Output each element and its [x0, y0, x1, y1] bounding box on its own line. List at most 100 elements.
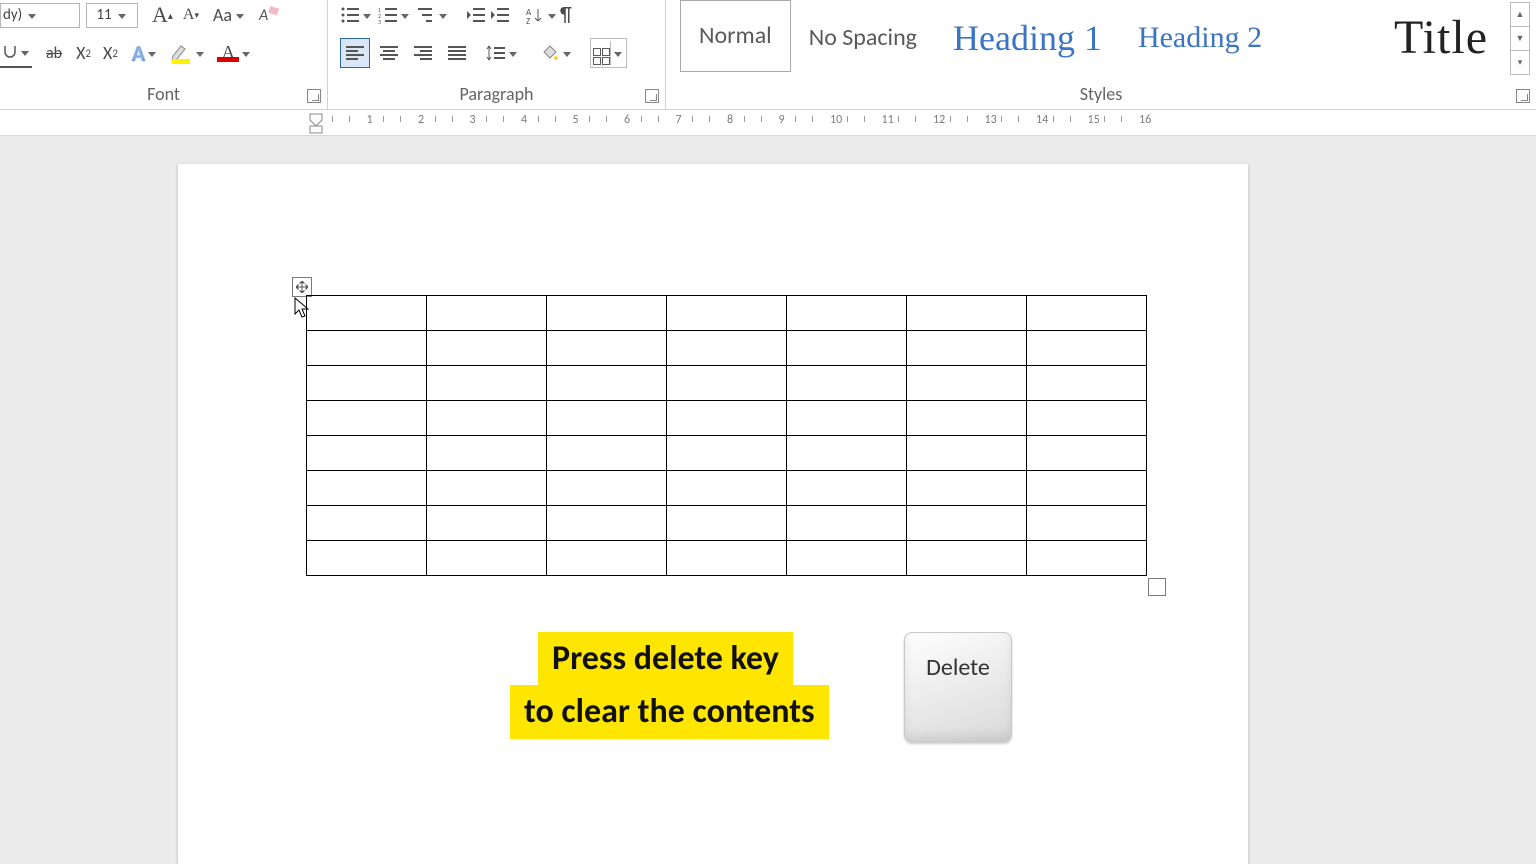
table-cell[interactable]	[667, 401, 787, 436]
table-cell[interactable]	[427, 436, 547, 471]
table-cell[interactable]	[307, 401, 427, 436]
first-line-indent-marker[interactable]	[308, 112, 324, 132]
table-cell[interactable]	[1027, 366, 1147, 401]
table-cell[interactable]	[787, 436, 907, 471]
numbering-button[interactable]: 123	[378, 0, 412, 30]
line-spacing-button[interactable]	[486, 38, 520, 68]
clear-formatting-button[interactable]: A	[258, 0, 280, 30]
underline-button[interactable]	[0, 38, 32, 68]
table-cell[interactable]	[307, 506, 427, 541]
table-cell[interactable]	[547, 471, 667, 506]
highlight-button[interactable]	[169, 38, 207, 68]
table-cell[interactable]	[427, 401, 547, 436]
table-cell[interactable]	[1027, 471, 1147, 506]
table-move-handle[interactable]	[292, 277, 312, 297]
chevron-down-icon[interactable]	[239, 38, 253, 68]
table-cell[interactable]	[427, 541, 547, 576]
gallery-more-icon[interactable]: ▾	[1510, 51, 1530, 75]
gallery-up-icon[interactable]: ▲	[1510, 2, 1530, 27]
table-cell[interactable]	[667, 331, 787, 366]
table-cell[interactable]	[1027, 401, 1147, 436]
borders-button[interactable]	[590, 38, 627, 68]
table-cell[interactable]	[307, 296, 427, 331]
align-center-button[interactable]	[374, 38, 404, 68]
table-cell[interactable]	[787, 541, 907, 576]
table-cell[interactable]	[667, 436, 787, 471]
shrink-font-button[interactable]: A▾	[183, 0, 199, 30]
table-cell[interactable]	[307, 541, 427, 576]
gallery-down-icon[interactable]: ▼	[1510, 27, 1530, 51]
styles-dialog-launcher[interactable]	[1516, 89, 1530, 103]
table-cell[interactable]	[1027, 436, 1147, 471]
table-cell[interactable]	[787, 296, 907, 331]
table-cell[interactable]	[907, 296, 1027, 331]
table-cell[interactable]	[907, 541, 1027, 576]
table-cell[interactable]	[1027, 331, 1147, 366]
style-heading-1[interactable]: Heading 1	[935, 4, 1120, 72]
table-cell[interactable]	[907, 506, 1027, 541]
table-cell[interactable]	[307, 436, 427, 471]
change-case-button[interactable]: Aa	[213, 0, 244, 30]
table-cell[interactable]	[427, 506, 547, 541]
decrease-indent-button[interactable]	[466, 0, 486, 30]
table-cell[interactable]	[907, 471, 1027, 506]
increase-indent-button[interactable]	[490, 0, 510, 30]
text-effects-button[interactable]: A	[132, 38, 159, 68]
table-cell[interactable]	[307, 366, 427, 401]
show-marks-button[interactable]: ¶	[560, 0, 572, 30]
table-cell[interactable]	[907, 366, 1027, 401]
align-right-button[interactable]	[408, 38, 438, 68]
table-cell[interactable]	[547, 506, 667, 541]
table-resize-handle[interactable]	[1148, 578, 1166, 596]
chevron-down-icon[interactable]	[506, 38, 520, 68]
grow-font-button[interactable]: A▴	[152, 0, 173, 30]
table-cell[interactable]	[427, 296, 547, 331]
chevron-down-icon[interactable]	[360, 0, 374, 30]
subscript-button[interactable]: X2	[76, 38, 91, 68]
chevron-down-icon[interactable]	[193, 38, 207, 68]
table-cell[interactable]	[307, 331, 427, 366]
shading-button[interactable]	[538, 38, 574, 68]
style-title[interactable]: Title	[1376, 4, 1506, 72]
align-left-button[interactable]	[340, 38, 370, 68]
table-cell[interactable]	[1027, 541, 1147, 576]
table-cell[interactable]	[787, 331, 907, 366]
chevron-down-icon[interactable]	[112, 13, 128, 18]
table-cell[interactable]	[547, 331, 667, 366]
bullets-button[interactable]	[340, 0, 374, 30]
table-cell[interactable]	[787, 506, 907, 541]
horizontal-ruler[interactable]: 12345678910111213141516	[0, 110, 1536, 136]
multilevel-list-button[interactable]	[416, 0, 450, 30]
superscript-button[interactable]: X2	[103, 38, 118, 68]
table-cell[interactable]	[1027, 506, 1147, 541]
table-cell[interactable]	[547, 541, 667, 576]
table-cell[interactable]	[787, 471, 907, 506]
document-table[interactable]	[306, 295, 1147, 576]
table-cell[interactable]	[1027, 296, 1147, 331]
table-cell[interactable]	[547, 366, 667, 401]
table-cell[interactable]	[307, 471, 427, 506]
chevron-down-icon[interactable]	[560, 38, 574, 68]
align-justify-button[interactable]	[442, 38, 472, 68]
table-cell[interactable]	[667, 296, 787, 331]
document-page[interactable]: Press delete key to clear the contents D…	[178, 164, 1248, 864]
font-color-button[interactable]: A	[217, 38, 253, 68]
table-cell[interactable]	[547, 296, 667, 331]
style-no-spacing[interactable]: No Spacing	[791, 4, 935, 72]
font-name-combo[interactable]: dy)	[0, 3, 80, 28]
chevron-down-icon[interactable]	[610, 41, 624, 65]
chevron-down-icon[interactable]	[398, 0, 412, 30]
table-cell[interactable]	[427, 471, 547, 506]
table-cell[interactable]	[787, 401, 907, 436]
table-cell[interactable]	[427, 366, 547, 401]
table-cell[interactable]	[667, 366, 787, 401]
table-cell[interactable]	[547, 436, 667, 471]
font-dialog-launcher[interactable]	[307, 89, 321, 103]
style-normal[interactable]: Normal	[680, 0, 791, 72]
table-cell[interactable]	[547, 401, 667, 436]
table-cell[interactable]	[667, 506, 787, 541]
chevron-down-icon[interactable]	[436, 0, 450, 30]
table-cell[interactable]	[667, 471, 787, 506]
style-heading-2[interactable]: Heading 2	[1120, 4, 1280, 72]
table-cell[interactable]	[907, 331, 1027, 366]
